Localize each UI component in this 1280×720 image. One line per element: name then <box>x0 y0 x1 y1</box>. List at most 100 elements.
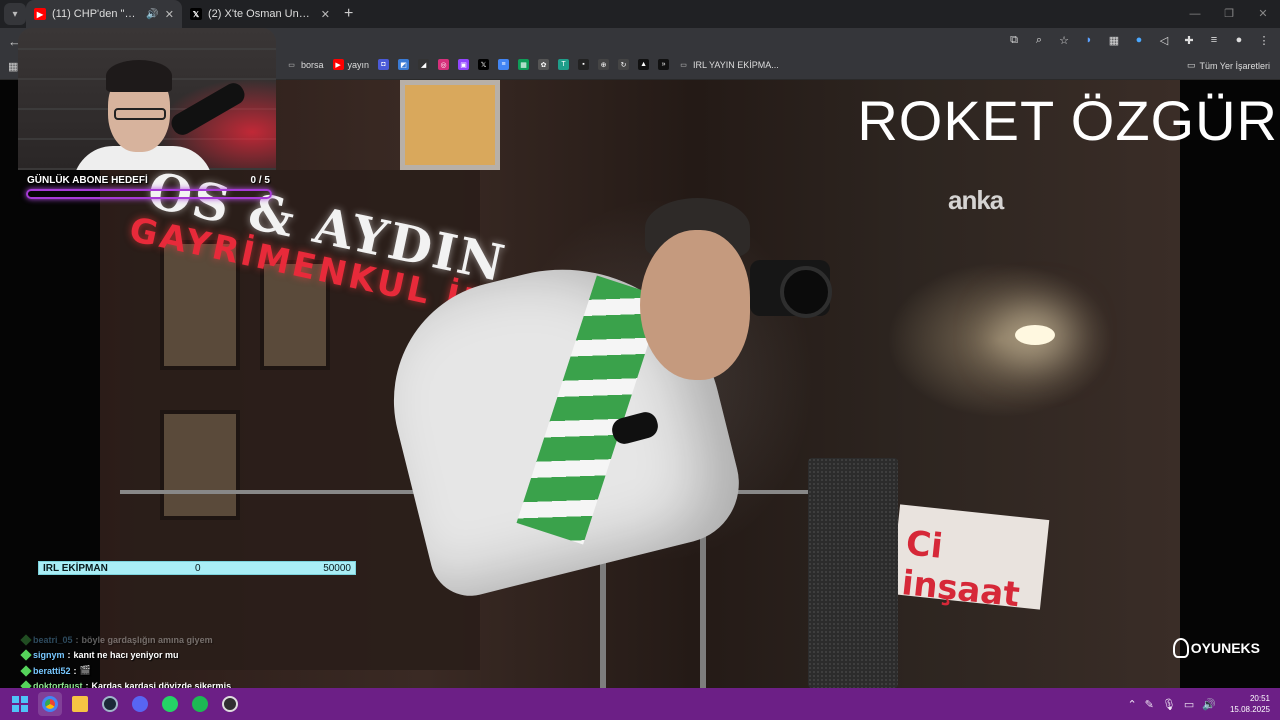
microphone-icon[interactable]: 🎙 <box>1162 698 1176 711</box>
irl-equipment-goal-bar: IRL EKİPMAN 0 50000 <box>38 561 356 575</box>
volume-extension-icon[interactable]: ◁ <box>1156 32 1172 48</box>
discord-icon[interactable] <box>128 692 152 716</box>
bookmark-4-icon: ✿ <box>538 59 550 70</box>
chat-separator: : <box>73 665 77 676</box>
bookmark-irl-folder[interactable]: ▭ IRL YAYIN EKİPMA... <box>678 59 779 70</box>
bookmark-item[interactable]: 𝕏 <box>478 59 490 70</box>
bookmark-item[interactable]: ≡ <box>498 59 510 70</box>
speaker-icon[interactable]: 🔊 <box>146 9 158 20</box>
webcam-overlay <box>18 28 276 170</box>
bookmark-item[interactable]: ↻ <box>618 59 630 70</box>
bookmark-8-icon: ↻ <box>618 59 630 70</box>
bookmark-star-icon[interactable]: ☆ <box>1056 32 1072 48</box>
bookmark-yayin[interactable]: ▶ yayın <box>332 59 369 70</box>
browser-tab-strip: ▾ ▶ (11) CHP'den "Millet İradesi 🔊 ✕ 𝕏 (… <box>0 0 1280 28</box>
chat-overlay: beatri_05 : böyle gardaşlığın amına giye… <box>20 634 322 696</box>
install-app-icon[interactable]: ⧉ <box>1006 32 1022 48</box>
bookmark-item[interactable]: T <box>558 59 570 70</box>
folder-icon: ▭ <box>1186 60 1196 70</box>
irl-goal-target: 50000 <box>323 563 351 574</box>
close-tab-icon[interactable]: ✕ <box>165 8 174 21</box>
bookmark-item[interactable]: ◢ <box>418 59 430 70</box>
bookmark-item[interactable]: ✿ <box>538 59 550 70</box>
subscriber-goal: GÜNLÜK ABONE HEDEFİ 0 / 5 <box>24 172 274 202</box>
person-head <box>640 230 750 380</box>
whatsapp-icon[interactable] <box>158 692 182 716</box>
extension-2-icon[interactable]: ▦ <box>1106 32 1122 48</box>
tab-title: (11) CHP'den "Millet İradesi <box>52 8 140 20</box>
apps-grid-icon[interactable]: ▦ <box>8 60 18 73</box>
bookmark-3-icon: ◢ <box>418 59 430 70</box>
windows-start-icon[interactable] <box>8 692 32 716</box>
extension-1-icon[interactable]: ◗ <box>1081 32 1097 48</box>
maximize-button[interactable]: ❐ <box>1212 0 1246 28</box>
bookmark-item[interactable]: ⊕ <box>598 59 610 70</box>
bookmark-2-icon: ◩ <box>398 59 410 70</box>
zoom-icon[interactable]: ⌕ <box>1031 32 1047 48</box>
system-tray: ⌃ ✎ 🎙 ▭ 🔊 20:51 15.08.2025 <box>1127 688 1270 720</box>
file-explorer-icon[interactable] <box>68 692 92 716</box>
bookmark-item[interactable]: ▪ <box>578 59 590 70</box>
extension-3-icon[interactable]: ● <box>1131 32 1147 48</box>
obs-icon[interactable] <box>218 692 242 716</box>
youtube-icon: ▶ <box>34 8 46 20</box>
chat-separator: : <box>67 650 71 660</box>
bookmark-7-icon: ⊕ <box>598 59 610 70</box>
media-controls-icon[interactable]: ≡ <box>1206 32 1222 48</box>
pen-icon[interactable]: ✎ <box>1145 698 1154 711</box>
bookmark-6-icon: ▪ <box>578 59 590 70</box>
clock[interactable]: 20:51 15.08.2025 <box>1230 693 1270 715</box>
minimize-button[interactable]: — <box>1178 0 1212 28</box>
close-window-button[interactable]: ✕ <box>1246 0 1280 28</box>
chat-username: beratti52 <box>33 665 71 676</box>
inşaat-sign-text: Ci inşaat <box>899 523 1022 616</box>
more-icon: » <box>658 59 670 70</box>
close-tab-icon[interactable]: ✕ <box>321 8 330 21</box>
new-tab-button[interactable]: + <box>344 5 353 23</box>
chevron-up-icon[interactable]: ⌃ <box>1127 698 1136 711</box>
bookmark-item[interactable]: ▦ <box>518 59 530 70</box>
chat-message: beatri_05 : böyle gardaşlığın amına giye… <box>20 634 322 646</box>
bookmark-label: IRL YAYIN EKİPMA... <box>693 59 779 70</box>
bookmark-item[interactable]: ▲ <box>638 59 650 70</box>
irl-goal-current: 0 <box>195 563 201 574</box>
chat-message: beratti52 : 🎬 <box>20 664 322 677</box>
streamer-hair <box>106 60 172 92</box>
inşaat-sign: Ci inşaat <box>890 504 1050 615</box>
extensions-puzzle-icon[interactable]: ✚ <box>1181 32 1197 48</box>
streamer-glasses <box>114 108 166 120</box>
chrome-icon[interactable] <box>38 692 62 716</box>
chat-username: signym <box>33 650 65 660</box>
tab-youtube[interactable]: ▶ (11) CHP'den "Millet İradesi 🔊 ✕ <box>26 0 182 28</box>
menu-kebab-icon[interactable]: ⋮ <box>1256 32 1272 48</box>
folder-icon: ▭ <box>288 61 295 69</box>
bookmark-item[interactable]: ◎ <box>438 59 450 70</box>
bookmark-item[interactable]: » <box>658 59 670 70</box>
spotify-icon[interactable] <box>188 692 212 716</box>
steam-icon[interactable] <box>98 692 122 716</box>
badge-icon <box>20 664 32 677</box>
oyuneks-logo: OYUNEKS <box>1172 638 1260 658</box>
tab-x[interactable]: 𝕏 (2) X'te Osman Unstoppable: " ✕ <box>182 0 338 28</box>
folder-icon: ▭ <box>680 61 687 69</box>
bookmark-borsa[interactable]: ▭ borsa <box>286 59 323 70</box>
volume-icon[interactable]: 🔊 <box>1202 698 1216 711</box>
badge-icon <box>20 634 32 646</box>
toolbar-icons: ⧉ ⌕ ☆ ◗ ▦ ● ◁ ✚ ≡ ● ⋮ <box>1006 32 1272 48</box>
clock-time: 20:51 <box>1249 694 1270 703</box>
sub-goal-progress-bar <box>26 189 272 199</box>
twitch-icon: ▣ <box>458 59 470 70</box>
windows-taskbar: ⌃ ✎ 🎙 ▭ 🔊 20:51 15.08.2025 <box>0 688 1280 720</box>
tab-search-button[interactable]: ▾ <box>4 3 26 25</box>
bookmark-item[interactable]: ◘ <box>378 59 390 70</box>
display-icon[interactable]: ▭ <box>1184 698 1194 711</box>
all-bookmarks-button[interactable]: ▭ Tüm Yer İşaretleri <box>1187 60 1270 71</box>
bookmarks-list: ▭ borsa ▶ yayın ◘ ◩ ◢ ◎ ▣ 𝕏 ≡ ▦ ✿ T ▪ ⊕ … <box>286 59 779 70</box>
bookmark-item[interactable]: ▣ <box>458 59 470 70</box>
sheets-icon: ▦ <box>518 59 530 70</box>
bookmark-item[interactable]: ◩ <box>398 59 410 70</box>
profile-avatar-icon[interactable]: ● <box>1231 32 1247 48</box>
chat-text: 🎬 <box>79 665 91 675</box>
taskbar-apps <box>8 692 242 716</box>
stream-title-overlay: ROKET ÖZGÜR <box>857 89 1278 152</box>
